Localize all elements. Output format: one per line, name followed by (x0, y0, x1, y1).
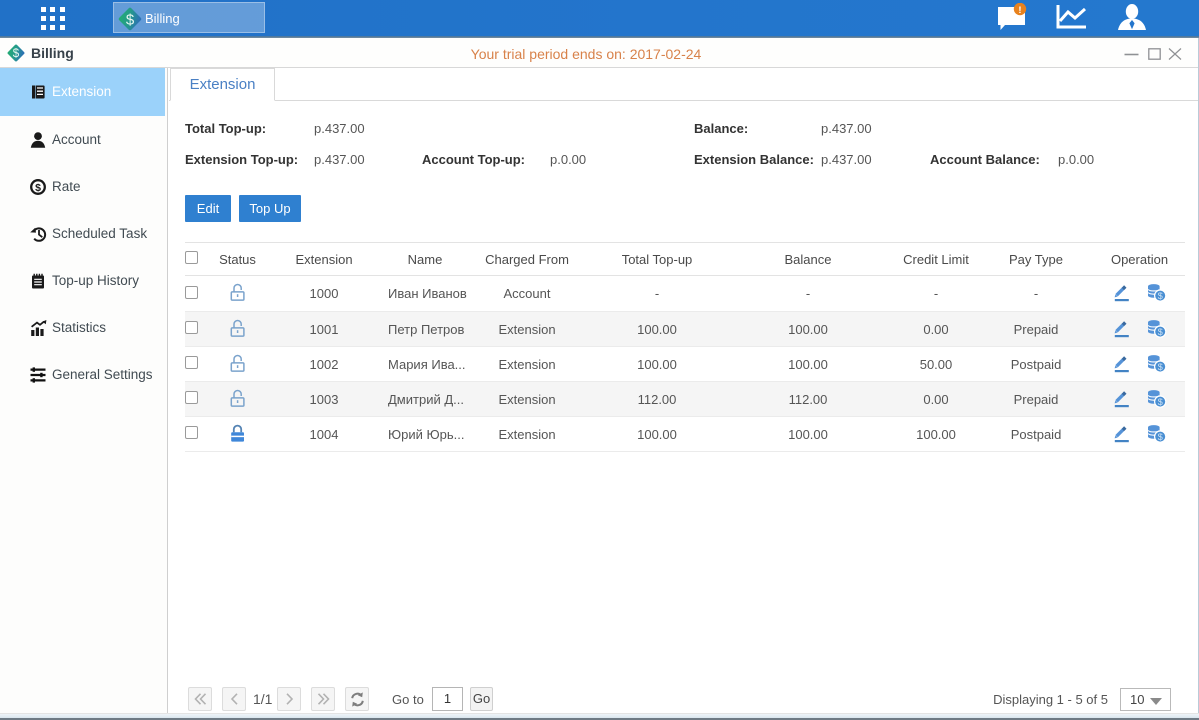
svg-text:!: ! (1018, 5, 1021, 16)
svg-text:$: $ (126, 12, 135, 29)
svg-text:$: $ (35, 182, 41, 194)
